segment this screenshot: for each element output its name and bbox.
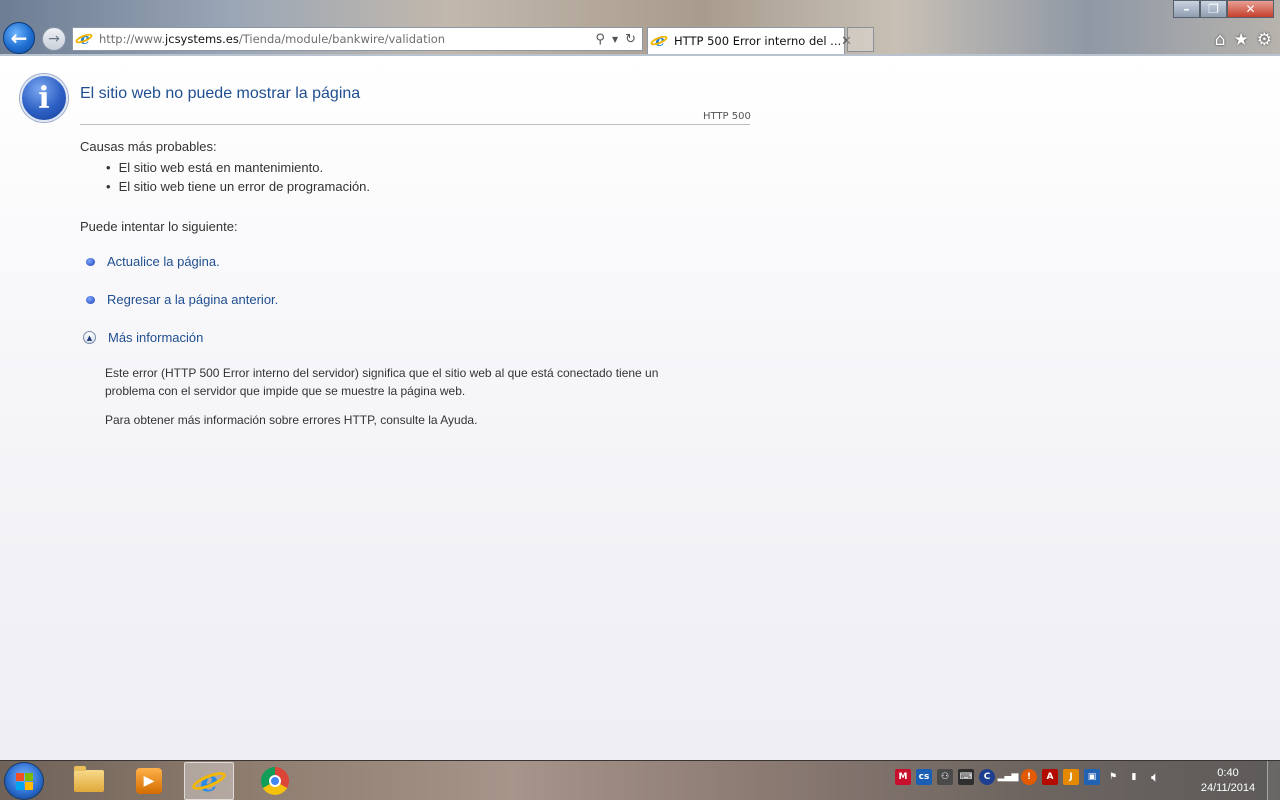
minimize-button[interactable]: –	[1173, 0, 1200, 18]
tab-http-500[interactable]: e HTTP 500 Error interno del ... ✕	[647, 27, 852, 54]
refresh-icon[interactable]: ↻	[625, 32, 636, 47]
signal-strength-icon[interactable]: ▂▄▆	[998, 769, 1019, 785]
back-button[interactable]: ←	[3, 22, 35, 54]
more-info-toggle[interactable]: ▲ Más información	[83, 330, 203, 345]
antivirus-icon[interactable]: M	[895, 769, 911, 785]
settings-gear-icon[interactable]: ⚙	[1257, 30, 1272, 50]
chevron-up-icon[interactable]: ▲	[83, 331, 96, 344]
error-page: i El sitio web no puede mostrar la págin…	[0, 56, 1280, 760]
keyboard-icon[interactable]: ⌨	[958, 769, 974, 785]
internet-explorer-icon: e	[194, 765, 224, 798]
acrobat-icon[interactable]: A	[1042, 769, 1058, 785]
address-bar[interactable]: e http://www.jcsystems.es/Tienda/module/…	[72, 27, 643, 51]
toolbar-icons: ⌂ ★ ⚙	[1215, 30, 1272, 50]
go-back-action[interactable]: Regresar a la página anterior.	[86, 292, 278, 307]
volume-icon[interactable]: 🔈︎	[1147, 769, 1163, 785]
network-adapter-icon[interactable]: cs	[916, 769, 932, 785]
bullet-dot-icon	[86, 257, 95, 266]
new-tab-button[interactable]	[847, 27, 874, 52]
refresh-page-action[interactable]: Actualice la página.	[86, 254, 220, 269]
info-icon: i	[20, 74, 68, 122]
arrow-left-icon: ←	[10, 26, 28, 50]
show-desktop-button[interactable]	[1267, 761, 1280, 801]
taskbar-clock[interactable]: 0:40 24/11/2014	[1190, 766, 1266, 796]
warning-icon[interactable]: !	[1021, 769, 1037, 785]
media-player-icon: ▶	[136, 768, 162, 794]
more-info-paragraph: Este error (HTTP 500 Error interno del s…	[105, 366, 659, 398]
maximize-button[interactable]: ❐	[1200, 0, 1227, 18]
favorites-star-icon[interactable]: ★	[1234, 30, 1249, 50]
chrome-icon	[261, 767, 289, 795]
cause-item: El sitio web está en mantenimiento.	[106, 160, 324, 175]
cloud-sync-icon[interactable]: C	[979, 769, 995, 785]
usb-device-icon[interactable]: ⚇	[937, 769, 953, 785]
cause-item: El sitio web tiene un error de programac…	[106, 179, 370, 194]
taskbar: ▶ e M cs ⚇ ⌨ C ▂▄▆ ! A J ▣ ⚑ ▮ 🔈︎ 0:40 2…	[0, 760, 1280, 801]
close-window-button[interactable]: ✕	[1227, 0, 1274, 18]
system-tray: M cs ⚇ ⌨ C ▂▄▆ ! A J ▣ ⚑ ▮ 🔈︎	[895, 769, 1163, 785]
start-button[interactable]	[4, 762, 44, 800]
taskbar-media-player[interactable]: ▶	[124, 762, 174, 800]
refresh-page-link[interactable]: Actualice la página.	[107, 254, 220, 269]
http-status-code: HTTP 500	[703, 111, 751, 122]
windows-logo-icon	[16, 773, 24, 781]
folder-icon	[74, 766, 104, 792]
clock-time: 0:40	[1217, 767, 1239, 779]
taskbar-internet-explorer[interactable]: e	[184, 762, 234, 800]
display-icon[interactable]: ▣	[1084, 769, 1100, 785]
internet-explorer-icon: e	[652, 32, 668, 50]
dropdown-arrow-icon[interactable]: ▼	[612, 35, 618, 44]
arrow-right-icon: →	[48, 31, 60, 47]
page-title: El sitio web no puede mostrar la página	[80, 85, 361, 102]
browser-titlebar: ← → e http://www.jcsystems.es/Tienda/mod…	[0, 0, 1280, 56]
causes-heading: Causas más probables:	[80, 139, 217, 154]
search-icon[interactable]: ⚲	[595, 32, 605, 47]
taskbar-file-explorer[interactable]	[64, 762, 114, 800]
help-paragraph: Para obtener más información sobre error…	[105, 413, 478, 427]
forward-button[interactable]: →	[42, 27, 66, 51]
java-update-icon[interactable]: J	[1063, 769, 1079, 785]
go-back-link[interactable]: Regresar a la página anterior.	[107, 292, 278, 307]
try-heading: Puede intentar lo siguiente:	[80, 219, 238, 234]
url-text[interactable]: http://www.jcsystems.es/Tienda/module/ba…	[99, 32, 445, 46]
action-center-flag-icon[interactable]: ⚑	[1105, 769, 1121, 785]
divider	[80, 124, 750, 125]
tab-title: HTTP 500 Error interno del ...	[674, 34, 842, 48]
taskbar-chrome[interactable]	[250, 762, 300, 800]
clock-date: 24/11/2014	[1200, 782, 1256, 794]
home-icon[interactable]: ⌂	[1215, 30, 1226, 50]
more-info-link[interactable]: Más información	[108, 330, 203, 345]
bullet-dot-icon	[86, 295, 95, 304]
internet-explorer-icon: e	[77, 30, 93, 48]
window-controls: – ❐ ✕	[1173, 0, 1274, 18]
power-icon[interactable]: ▮	[1126, 769, 1142, 785]
